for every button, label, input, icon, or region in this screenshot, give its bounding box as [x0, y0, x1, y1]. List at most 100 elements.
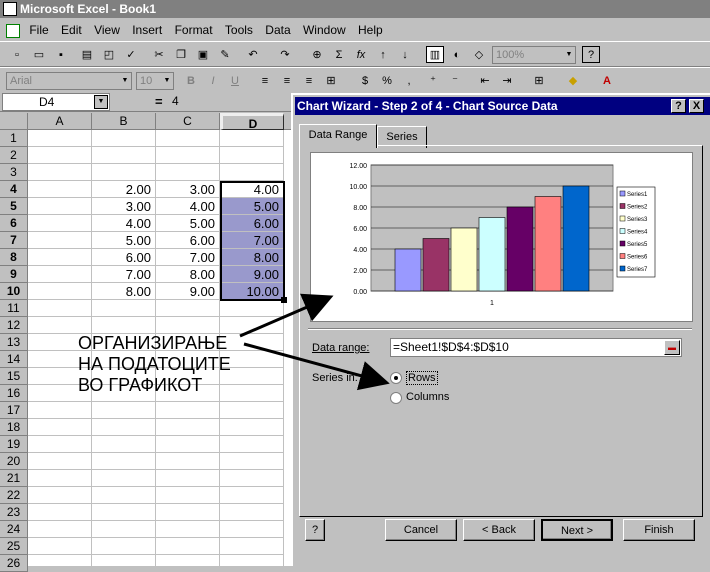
row-header[interactable]: 24 [0, 521, 28, 538]
help-button[interactable]: ? [671, 99, 686, 113]
cell-b12[interactable] [92, 317, 156, 334]
borders-icon[interactable]: ⊞ [530, 72, 548, 89]
save-icon[interactable]: ▪ [52, 46, 70, 63]
cell-b26[interactable] [92, 555, 156, 572]
row-header[interactable]: 18 [0, 419, 28, 436]
row-header[interactable]: 19 [0, 436, 28, 453]
drawing-icon[interactable]: ◇ [470, 46, 488, 63]
cut-icon[interactable]: ✂ [150, 46, 168, 63]
cell-b19[interactable] [92, 436, 156, 453]
font-size-select[interactable]: 10 ▼ [136, 72, 174, 90]
cell-b17[interactable] [92, 402, 156, 419]
collapse-dialog-icon[interactable]: ▬ [664, 340, 680, 355]
row-header[interactable]: 26 [0, 555, 28, 572]
cell-b23[interactable] [92, 504, 156, 521]
cell-b5[interactable]: 3.00 [92, 198, 156, 215]
row-header[interactable]: 22 [0, 487, 28, 504]
cell-b18[interactable] [92, 419, 156, 436]
cell-c2[interactable] [156, 147, 220, 164]
cell-a25[interactable] [28, 538, 92, 555]
row-header[interactable]: 25 [0, 538, 28, 555]
cell-d17[interactable] [220, 402, 284, 419]
cell-c9[interactable]: 8.00 [156, 266, 220, 283]
cell-c19[interactable] [156, 436, 220, 453]
row-header[interactable]: 9 [0, 266, 28, 283]
cell-b25[interactable] [92, 538, 156, 555]
row-header[interactable]: 3 [0, 164, 28, 181]
menu-help[interactable]: Help [358, 20, 383, 40]
cell-a19[interactable] [28, 436, 92, 453]
redo-icon[interactable]: ↷ [276, 46, 294, 63]
cell-c21[interactable] [156, 470, 220, 487]
office-assistant-icon[interactable]: ? [582, 46, 600, 63]
print-preview-icon[interactable]: ◰ [100, 46, 118, 63]
copy-icon[interactable]: ❐ [172, 46, 190, 63]
row-header[interactable]: 16 [0, 385, 28, 402]
menu-data[interactable]: Data [265, 20, 290, 40]
finish-button[interactable]: Finish [623, 519, 695, 541]
cell-a26[interactable] [28, 555, 92, 572]
cell-b20[interactable] [92, 453, 156, 470]
cell-d3[interactable] [220, 164, 284, 181]
cell-c24[interactable] [156, 521, 220, 538]
cell-d20[interactable] [220, 453, 284, 470]
decrease-indent-icon[interactable]: ⇤ [476, 72, 494, 89]
merge-center-icon[interactable]: ⊞ [322, 72, 340, 89]
rows-radio[interactable] [390, 372, 402, 384]
close-button[interactable]: X [689, 99, 704, 113]
cell-c20[interactable] [156, 453, 220, 470]
cell-b8[interactable]: 6.00 [92, 249, 156, 266]
dialog-title-bar[interactable]: Chart Wizard - Step 2 of 4 - Chart Sourc… [295, 97, 710, 115]
cell-a2[interactable] [28, 147, 92, 164]
name-box[interactable]: D4 ▼ [2, 93, 110, 111]
row-header[interactable]: 21 [0, 470, 28, 487]
cell-c7[interactable]: 6.00 [156, 232, 220, 249]
cell-d24[interactable] [220, 521, 284, 538]
row-header[interactable]: 7 [0, 232, 28, 249]
align-left-icon[interactable]: ≡ [256, 72, 274, 89]
cell-c1[interactable] [156, 130, 220, 147]
cell-d6[interactable]: 6.00 [220, 215, 284, 232]
italic-icon[interactable]: I [204, 72, 222, 89]
cell-d25[interactable] [220, 538, 284, 555]
increase-indent-icon[interactable]: ⇥ [498, 72, 516, 89]
cell-a11[interactable] [28, 300, 92, 317]
cell-c3[interactable] [156, 164, 220, 181]
cell-a5[interactable] [28, 198, 92, 215]
cell-d8[interactable]: 8.00 [220, 249, 284, 266]
column-header-b[interactable]: B [92, 113, 156, 130]
menu-insert[interactable]: Insert [132, 20, 162, 40]
sort-ascending-icon[interactable]: ↑ [374, 46, 392, 63]
align-right-icon[interactable]: ≡ [300, 72, 318, 89]
row-header[interactable]: 20 [0, 453, 28, 470]
document-icon[interactable] [6, 23, 20, 38]
row-header[interactable]: 6 [0, 215, 28, 232]
cancel-button[interactable]: Cancel [385, 519, 457, 541]
row-header[interactable]: 4 [0, 181, 28, 198]
row-header[interactable]: 11 [0, 300, 28, 317]
columns-radio[interactable] [390, 392, 402, 404]
cell-a21[interactable] [28, 470, 92, 487]
format-painter-icon[interactable]: ✎ [216, 46, 234, 63]
cell-a22[interactable] [28, 487, 92, 504]
hyperlink-icon[interactable]: ⊕ [308, 46, 326, 63]
cell-c22[interactable] [156, 487, 220, 504]
cell-d11[interactable] [220, 300, 284, 317]
data-range-input[interactable]: =Sheet1!$D$4:$D$10 ▬ [390, 338, 682, 357]
cell-b7[interactable]: 5.00 [92, 232, 156, 249]
cell-c4[interactable]: 3.00 [156, 181, 220, 198]
spelling-icon[interactable]: ✓ [122, 46, 140, 63]
cell-c17[interactable] [156, 402, 220, 419]
row-header[interactable]: 13 [0, 334, 28, 351]
row-header[interactable]: 2 [0, 147, 28, 164]
cell-a18[interactable] [28, 419, 92, 436]
cell-c8[interactable]: 7.00 [156, 249, 220, 266]
next-button[interactable]: Next > [541, 519, 613, 541]
bold-icon[interactable]: B [182, 72, 200, 89]
cell-d19[interactable] [220, 436, 284, 453]
font-color-icon[interactable]: A [598, 72, 616, 89]
cell-d22[interactable] [220, 487, 284, 504]
row-header[interactable]: 14 [0, 351, 28, 368]
cell-a23[interactable] [28, 504, 92, 521]
align-center-icon[interactable]: ≡ [278, 72, 296, 89]
